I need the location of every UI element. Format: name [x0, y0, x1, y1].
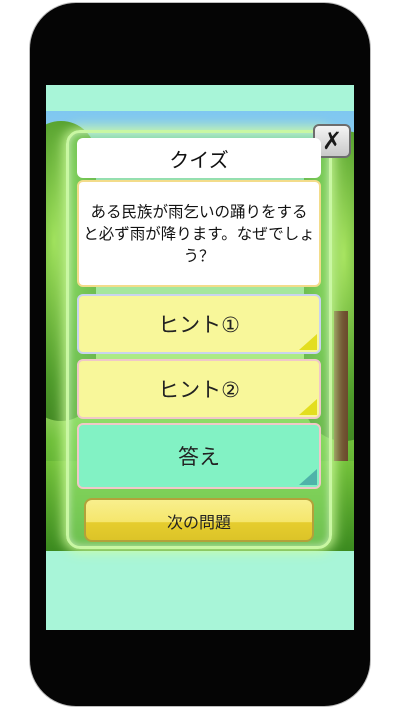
bottom-band [46, 551, 354, 630]
top-band [46, 85, 354, 111]
next-question-label: 次の問題 [166, 513, 231, 532]
answer-label: 答え [178, 445, 220, 469]
next-question-button[interactable]: 次の問題 [84, 498, 314, 542]
hint-1-button[interactable]: ヒント① [77, 294, 321, 354]
question-box: ある民族が雨乞いの踊りをすると必ず雨が降ります。なぜでしょう？ [77, 180, 321, 287]
answer-button[interactable]: 答え [77, 423, 321, 489]
close-icon: ✗ [321, 127, 343, 155]
hint-1-label: ヒント① [158, 313, 240, 337]
page-fold-icon [299, 399, 317, 415]
question-text: ある民族が雨乞いの踊りをすると必ず雨が降ります。なぜでしょう？ [83, 202, 315, 265]
quiz-title: クイズ [169, 147, 229, 172]
hint-2-button[interactable]: ヒント② [77, 359, 321, 419]
quiz-title-box: クイズ [77, 138, 321, 178]
hint-2-label: ヒント② [158, 378, 240, 402]
page-fold-icon [299, 469, 317, 485]
page-fold-icon [299, 334, 317, 350]
